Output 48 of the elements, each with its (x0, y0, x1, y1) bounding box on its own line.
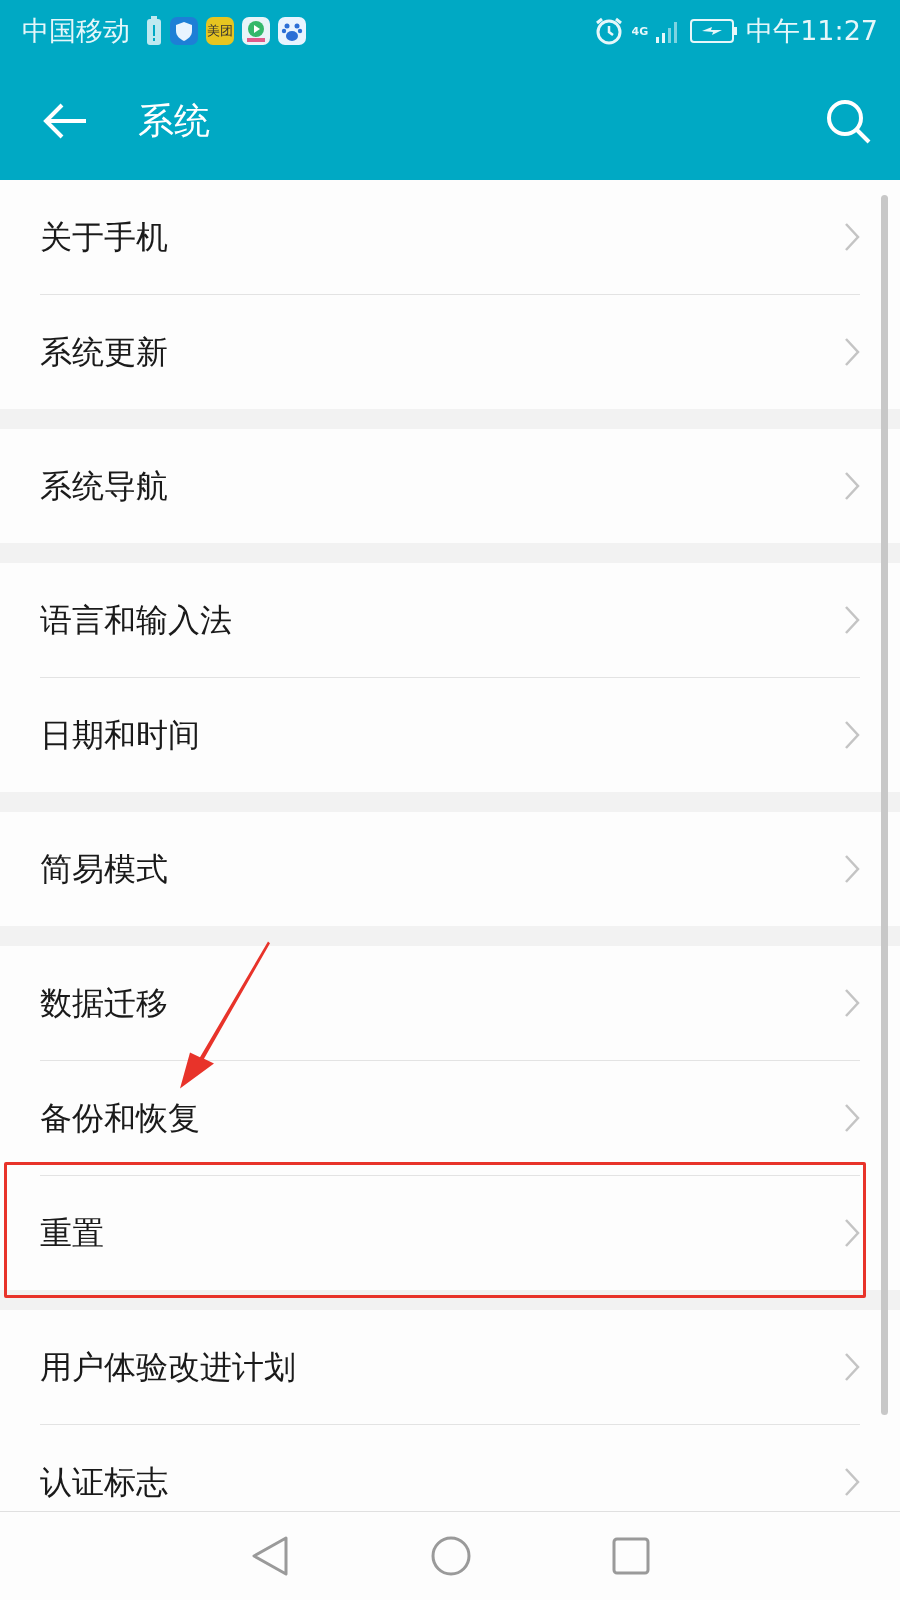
settings-item[interactable]: 数据迁移 (0, 946, 900, 1060)
item-label: 重置 (40, 1213, 104, 1254)
item-label: 语言和输入法 (40, 600, 232, 641)
page-title: 系统 (138, 99, 210, 143)
chevron-icon (844, 1103, 860, 1133)
home-nav-icon[interactable] (430, 1535, 472, 1577)
item-label: 系统导航 (40, 466, 168, 507)
settings-item[interactable]: 备份和恢复 (0, 1061, 900, 1175)
chevron-icon (844, 222, 860, 252)
item-label: 系统更新 (40, 332, 168, 373)
settings-item[interactable]: 系统更新 (0, 295, 900, 409)
search-button[interactable] (824, 97, 872, 145)
item-label: 关于手机 (40, 217, 168, 258)
item-label: 日期和时间 (40, 715, 200, 756)
chevron-icon (844, 854, 860, 884)
item-label: 用户体验改进计划 (40, 1347, 296, 1388)
network-label: 4G (631, 25, 649, 37)
alarm-icon (593, 16, 624, 46)
chevron-icon (844, 988, 860, 1018)
recents-nav-icon[interactable] (612, 1537, 650, 1575)
settings-item[interactable]: 语言和输入法 (0, 563, 900, 677)
settings-item[interactable]: 认证标志 (0, 1425, 900, 1511)
battery-charging-icon (690, 18, 739, 44)
battery-alert-icon (146, 16, 162, 46)
settings-item[interactable]: 系统导航 (0, 429, 900, 543)
item-label: 备份和恢复 (40, 1098, 200, 1139)
settings-item[interactable]: 关于手机 (0, 180, 900, 294)
item-label: 数据迁移 (40, 983, 168, 1024)
settings-item[interactable]: 用户体验改进计划 (0, 1310, 900, 1424)
app-icon: 美团 (206, 17, 234, 45)
item-label: 简易模式 (40, 849, 168, 890)
item-label: 认证标志 (40, 1462, 168, 1503)
video-app-icon (242, 17, 270, 45)
clock-time: 中午11:27 (746, 13, 878, 48)
chevron-icon (844, 1352, 860, 1382)
chevron-icon (844, 720, 860, 750)
chevron-icon (844, 605, 860, 635)
back-nav-icon[interactable] (250, 1534, 290, 1578)
chevron-icon (844, 1218, 860, 1248)
shield-app-icon (170, 17, 198, 45)
settings-item[interactable]: 日期和时间 (0, 678, 900, 792)
settings-item[interactable]: 简易模式 (0, 812, 900, 926)
settings-item[interactable]: 重置 (0, 1176, 900, 1290)
paw-app-icon (278, 17, 306, 45)
chevron-icon (844, 1467, 860, 1497)
chevron-icon (844, 337, 860, 367)
carrier-name: 中国移动 (22, 13, 130, 48)
chevron-icon (844, 471, 860, 501)
